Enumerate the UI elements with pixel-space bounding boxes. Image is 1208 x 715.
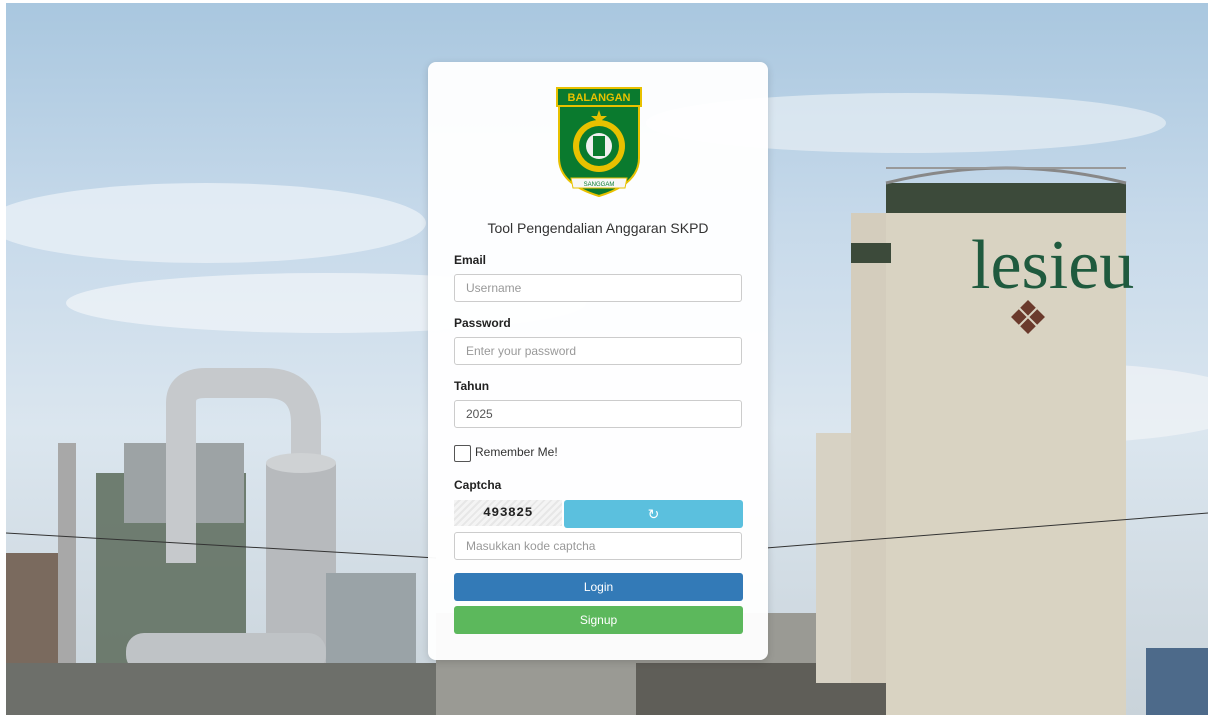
remember-checkbox[interactable] [454,445,471,462]
captcha-image: 493825 [454,500,562,526]
captcha-label: Captcha [454,478,502,492]
captcha-refresh-button[interactable]: ↻ [564,500,743,528]
balangan-logo: BALANGAN SANGGAM [556,87,642,198]
silo-sign-text: lesieu [971,227,1134,304]
year-label: Tahun [454,379,490,393]
password-label: Password [454,316,511,330]
login-card: BALANGAN SANGGAM Tool Pengendalian Angga… [428,62,768,660]
logo-ribbon-text: SANGGAM [584,182,615,188]
remember-label[interactable]: Remember Me! [475,445,558,459]
refresh-icon: ↻ [647,506,660,522]
logo-text: BALANGAN [568,92,631,104]
email-input[interactable] [454,274,742,302]
login-button[interactable]: Login [454,573,743,601]
app-title: Tool Pengendalian Anggaran SKPD [487,220,709,236]
password-input[interactable] [454,337,742,365]
email-label: Email [454,253,487,267]
captcha-input[interactable] [454,532,742,560]
signup-button[interactable]: Signup [454,606,743,634]
year-input[interactable] [454,400,742,428]
